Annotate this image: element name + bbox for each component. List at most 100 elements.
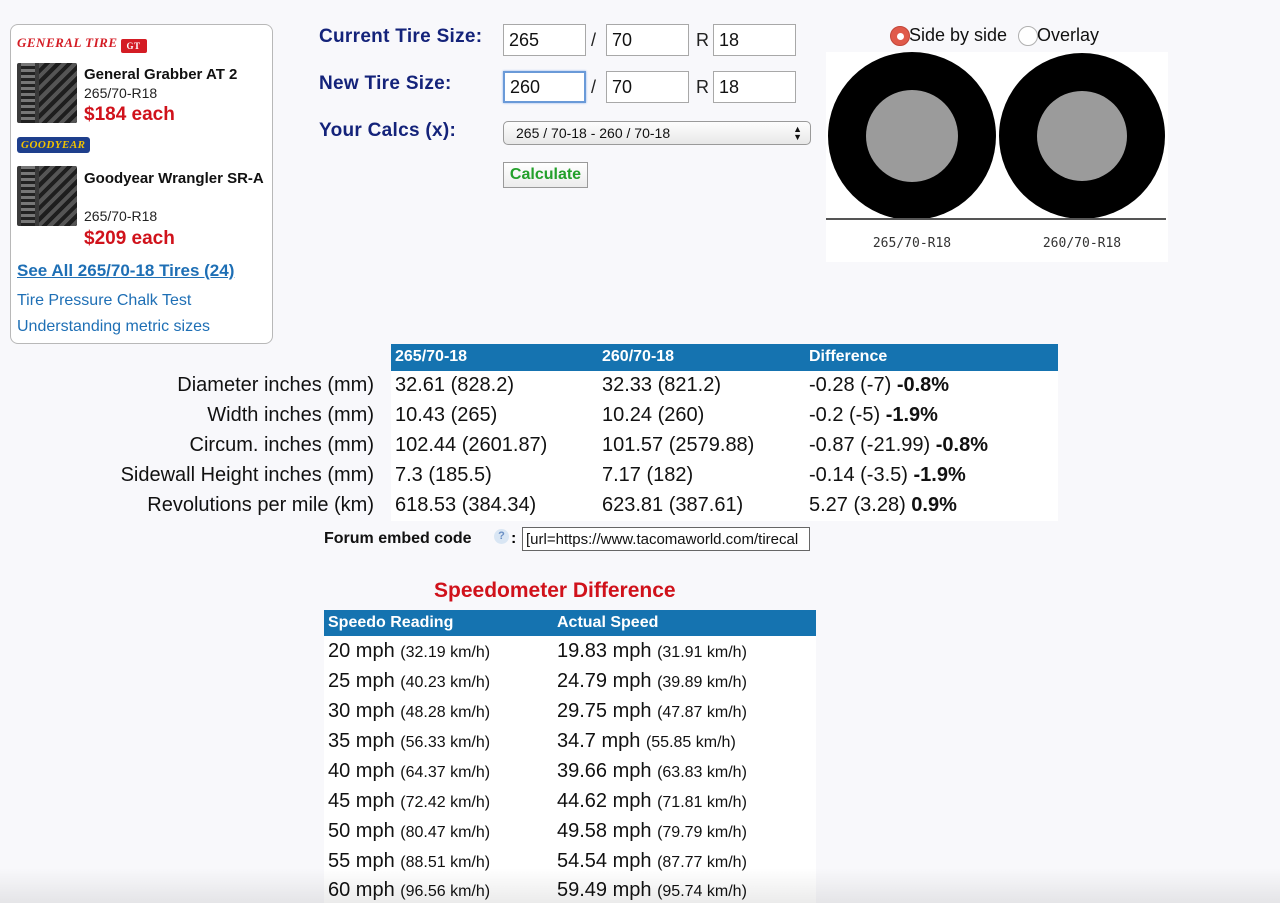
speedo-table-header: Speedo Reading Actual Speed	[324, 610, 816, 636]
slash-separator: /	[591, 77, 597, 97]
tire-ad-name[interactable]: Goodyear Wrangler SR-A	[84, 169, 269, 188]
speedo-reading-cell: 40 mph (64.37 km/h)	[328, 760, 490, 783]
speedo-reading-cell: 50 mph (80.47 km/h)	[328, 820, 490, 843]
tire1-rim	[866, 90, 958, 182]
tire-ad-box: GENERAL TIRE GT General Grabber AT 2 265/…	[10, 24, 273, 344]
speedo-reading-mph: 45 mph	[328, 790, 395, 812]
actual-speed-mph: 44.62 mph	[557, 790, 652, 812]
actual-speed-cell: 39.66 mph (63.83 km/h)	[557, 760, 747, 783]
side-by-side-label[interactable]: Side by side	[909, 25, 1007, 46]
goodyear-logo[interactable]: GOODYEAR	[17, 137, 90, 153]
actual-speed-mph: 39.66 mph	[557, 760, 652, 782]
speedo-reading-kmh: (48.28 km/h)	[400, 704, 491, 721]
current-width-input[interactable]	[503, 24, 586, 56]
cell-current: 7.3 (185.5)	[395, 464, 492, 486]
cell-current: 32.61 (828.2)	[395, 374, 514, 396]
actual-speed-kmh: (47.87 km/h)	[657, 704, 747, 721]
actual-speed-cell: 44.62 mph (71.81 km/h)	[557, 790, 747, 813]
speedo-reading-kmh: (96.56 km/h)	[400, 883, 491, 900]
actual-speed-kmh: (55.85 km/h)	[645, 734, 736, 751]
general-grabber-tire-image[interactable]	[17, 63, 77, 123]
tire2-label: 260/70-R18	[1043, 236, 1121, 251]
speedo-reading-mph: 50 mph	[328, 820, 395, 842]
actual-speed-cell: 59.49 mph (95.74 km/h)	[557, 879, 747, 902]
speedo-reading-kmh: (80.47 km/h)	[400, 824, 491, 841]
new-rim-input[interactable]	[713, 71, 796, 103]
r-separator: R	[696, 77, 709, 97]
row-label-width: Width inches (mm)	[207, 404, 374, 426]
cell-new: 10.24 (260)	[602, 404, 705, 426]
actual-speed-kmh: (31.91 km/h)	[657, 644, 747, 661]
overlay-label[interactable]: Overlay	[1037, 25, 1099, 46]
actual-speed-cell: 19.83 mph (31.91 km/h)	[557, 640, 747, 663]
tire-ad-price: $184 each	[84, 104, 175, 125]
cell-new: 7.17 (182)	[602, 464, 694, 486]
speedo-reading-mph: 30 mph	[328, 700, 395, 722]
speedo-reading-mph: 60 mph	[328, 879, 395, 901]
general-tire-logo[interactable]: GENERAL TIRE GT	[17, 35, 147, 53]
speedo-reading-kmh: (72.42 km/h)	[400, 794, 491, 811]
cell-current: 10.43 (265)	[395, 404, 498, 426]
tire1-label: 265/70-R18	[873, 236, 951, 251]
tire-ad-price: $209 each	[84, 228, 175, 249]
cell-difference: -0.2 (-5) -1.9%	[809, 404, 938, 427]
see-all-tires-link[interactable]: See All 265/70-18 Tires (24)	[17, 261, 234, 281]
new-tire-size-label: New Tire Size:	[319, 73, 452, 94]
forum-embed-code-input[interactable]	[522, 527, 810, 551]
speedo-reading-mph: 25 mph	[328, 670, 395, 692]
chalk-test-link[interactable]: Tire Pressure Chalk Test	[17, 292, 191, 310]
speedo-reading-kmh: (56.33 km/h)	[400, 734, 491, 751]
cell-difference-percent: 0.9%	[911, 494, 957, 516]
calculate-button[interactable]: Calculate	[503, 162, 588, 188]
help-icon[interactable]: ?	[494, 529, 509, 544]
speedometer-title: Speedometer Difference	[434, 579, 676, 602]
your-calcs-select[interactable]: 265 / 70-18 - 260 / 70-18 ▲ ▼	[503, 121, 811, 145]
actual-speed-mph: 29.75 mph	[557, 700, 652, 722]
speedo-reading-kmh: (40.23 km/h)	[400, 674, 491, 691]
overlay-radio[interactable]	[1018, 26, 1038, 46]
tire-comparison-drawing: 265/70-R18 260/70-R18	[826, 52, 1166, 251]
current-ratio-input[interactable]	[606, 24, 689, 56]
cell-new: 623.81 (387.61)	[602, 494, 744, 516]
cell-difference-percent: -1.9%	[913, 464, 966, 486]
actual-speed-cell: 34.7 mph (55.85 km/h)	[557, 730, 736, 753]
row-label-sidewall: Sidewall Height inches (mm)	[120, 464, 374, 486]
cell-current: 618.53 (384.34)	[395, 494, 537, 516]
speedo-reading-cell: 30 mph (48.28 km/h)	[328, 700, 490, 723]
cell-difference-percent: -0.8%	[896, 374, 950, 396]
results-table-header: 265/70-18 260/70-18 Difference	[391, 344, 1058, 371]
new-ratio-input[interactable]	[606, 71, 689, 103]
speedo-reading-mph: 20 mph	[328, 640, 395, 662]
tire-ad-size: 265/70-R18	[84, 208, 158, 224]
cell-new: 101.57 (2579.88)	[602, 434, 755, 456]
cell-difference: -0.14 (-3.5) -1.9%	[809, 464, 966, 487]
cell-difference-value: -0.28 (-7)	[809, 374, 892, 396]
cell-new: 32.33 (821.2)	[602, 374, 721, 396]
speedo-reading-kmh: (32.19 km/h)	[400, 644, 491, 661]
goodyear-wrangler-tire-image[interactable]	[17, 166, 77, 226]
speedo-reading-kmh: (88.51 km/h)	[400, 854, 491, 871]
actual-speed-cell: 49.58 mph (79.79 km/h)	[557, 820, 747, 843]
cell-difference-percent: -0.8%	[935, 434, 988, 456]
cell-current: 102.44 (2601.87)	[395, 434, 548, 456]
tire-comparison-visual: 265/70-R18 260/70-R18	[826, 52, 1168, 262]
speedo-reading-cell: 25 mph (40.23 km/h)	[328, 670, 490, 693]
new-width-input[interactable]	[503, 71, 586, 103]
side-by-side-radio[interactable]	[890, 26, 910, 46]
your-calcs-selected-value: 265 / 70-18 - 260 / 70-18	[516, 125, 671, 141]
metric-sizes-link[interactable]: Understanding metric sizes	[17, 318, 210, 336]
cell-difference-percent: -1.9%	[885, 404, 938, 426]
speedo-reading-mph: 55 mph	[328, 850, 395, 872]
speedo-reading-kmh: (64.37 km/h)	[400, 764, 491, 781]
current-tire-size-label: Current Tire Size:	[319, 26, 483, 47]
tire-ad-name[interactable]: General Grabber AT 2	[84, 65, 269, 84]
cell-difference-value: -0.87 (-21.99)	[809, 434, 931, 456]
row-label-revolutions: Revolutions per mile (km)	[147, 494, 374, 516]
actual-speed-mph: 34.7 mph	[557, 730, 641, 752]
embed-colon: :	[511, 530, 517, 547]
cell-difference: 5.27 (3.28) 0.9%	[809, 494, 957, 517]
actual-speed-kmh: (95.74 km/h)	[657, 883, 747, 900]
current-rim-input[interactable]	[713, 24, 796, 56]
speedo-reading-mph: 40 mph	[328, 760, 395, 782]
slash-separator: /	[591, 30, 597, 50]
